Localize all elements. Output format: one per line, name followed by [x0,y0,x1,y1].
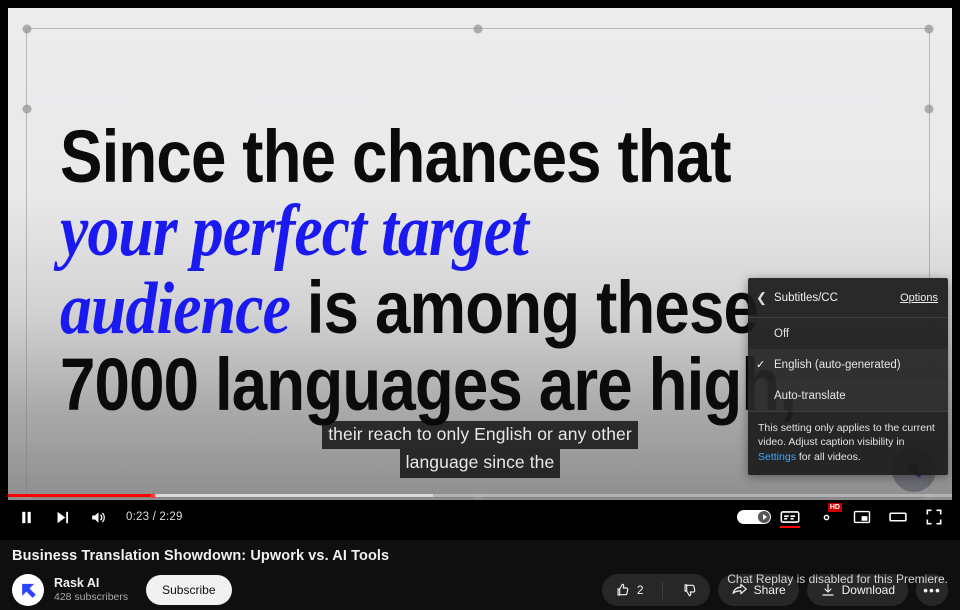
progress-played [8,494,154,497]
selection-handle-top-center[interactable] [473,24,483,34]
settings-gear-icon[interactable]: HD [808,499,844,535]
cc-note-part1: This setting only applies to the current… [758,422,935,449]
player-controls-left: 0:23 / 2:29 [8,499,189,535]
selection-handle-middle-left[interactable] [22,104,32,114]
cc-option-off-label: Off [774,327,790,340]
page-title: Business Translation Showdown: Upwork vs… [12,548,390,564]
cc-option-english-label: English (auto-generated) [774,358,901,371]
next-video-button[interactable] [44,499,80,535]
like-dislike-group: 2 [601,574,710,606]
chevron-left-icon[interactable]: ❮ [756,291,774,304]
subscribe-button[interactable]: Subscribe [146,575,232,605]
autoplay-knob [758,511,770,523]
subtitles-cc-button[interactable] [772,499,808,535]
subtitles-cc-menu[interactable]: ❮ Subtitles/CC Options Off ✓ English (au… [748,278,948,475]
video-info-section: Business Translation Showdown: Upwork vs… [0,540,960,610]
youtube-watch-page: Since the chances that your perfect targ… [0,0,960,610]
theater-mode-button[interactable] [880,499,916,535]
dislike-button[interactable] [669,574,710,606]
headline-line-3: audience is among these [60,270,774,346]
headline-line-3-accent: audience [60,267,291,350]
player-controls-right: HD [736,499,952,535]
cc-option-off[interactable]: Off [748,318,948,349]
selection-handle-middle-right[interactable] [924,104,934,114]
subscriber-count: 428 subscribers [54,591,129,604]
avatar[interactable] [12,574,44,606]
cc-note-part2: for all videos. [795,450,861,463]
like-button[interactable]: 2 [602,574,656,606]
player-controls-bar: 0:23 / 2:29 HD [8,498,952,536]
cc-active-indicator [780,526,800,528]
volume-button[interactable] [80,499,116,535]
autoplay-toggle[interactable] [736,499,772,535]
like-dislike-divider [661,581,663,599]
caption-line-2: language since the [399,449,561,478]
cc-note-settings-link[interactable]: Settings [758,451,796,463]
time-display: 0:23 / 2:29 [126,511,183,523]
cc-menu-header: ❮ Subtitles/CC Options [748,278,948,318]
hd-quality-badge: HD [827,503,842,512]
miniplayer-button[interactable] [844,499,880,535]
cc-menu-note: This setting only applies to the current… [748,411,948,475]
headline-line-2: your perfect target [60,190,529,273]
chat-replay-status: Chat Replay is disabled for this Premier… [727,572,948,586]
like-count: 2 [636,583,644,597]
cc-option-auto-translate-label: Auto-translate [774,389,846,402]
channel-info[interactable]: Rask AI 428 subscribers [54,576,128,603]
selection-handle-top-left[interactable] [22,24,32,34]
cc-option-english[interactable]: ✓ English (auto-generated) [748,349,948,380]
headline-line-4: 7000 languages are high, [60,342,797,426]
cc-option-auto-translate[interactable]: Auto-translate [748,380,948,411]
video-player[interactable]: Since the chances that your perfect targ… [0,0,960,540]
headline-line-1: Since the chances that [60,115,732,198]
selection-handle-top-right[interactable] [924,24,934,34]
pause-button[interactable] [8,499,44,535]
headline-line-3-rest: is among these [289,265,759,349]
check-icon: ✓ [756,359,766,371]
autoplay-switch[interactable] [737,510,771,524]
fullscreen-button[interactable] [916,499,952,535]
cc-menu-title: Subtitles/CC [774,291,838,304]
channel-name: Rask AI [54,576,100,591]
cc-options-link[interactable]: Options [900,292,938,304]
